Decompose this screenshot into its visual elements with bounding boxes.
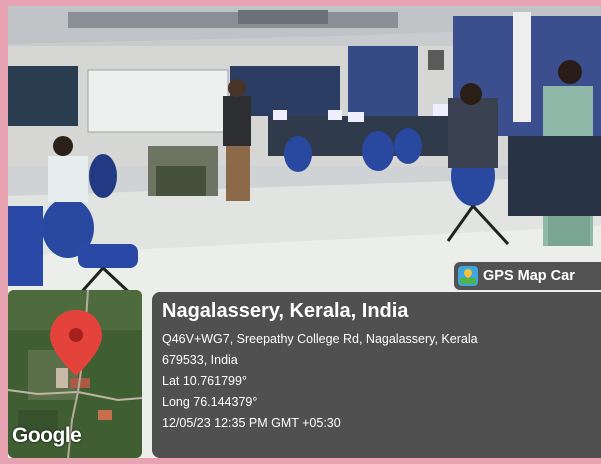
location-info-panel: Nagalassery, Kerala, India Q46V+WG7, Sre… [152, 292, 601, 458]
gps-map-camera-icon [458, 266, 478, 286]
gps-map-camera-badge: GPS Map Car [454, 262, 601, 290]
gps-map-camera-label: GPS Map Car [483, 268, 575, 284]
place-name: Nagalassery, Kerala, India [162, 300, 409, 322]
address-line-2: 679533, India [162, 353, 238, 367]
latitude: Lat 10.761799° [162, 374, 247, 388]
photo-frame: GPS Map Car Google Nagalassery, Kerala, … [0, 0, 601, 464]
google-watermark: Google [12, 424, 82, 447]
longitude: Long 76.144379° [162, 395, 258, 409]
address-line-1: Q46V+WG7, Sreepathy College Rd, Nagalass… [162, 332, 478, 346]
location-map-thumbnail: Google [8, 290, 142, 458]
timestamp: 12/05/23 12:35 PM GMT +05:30 [162, 416, 341, 430]
